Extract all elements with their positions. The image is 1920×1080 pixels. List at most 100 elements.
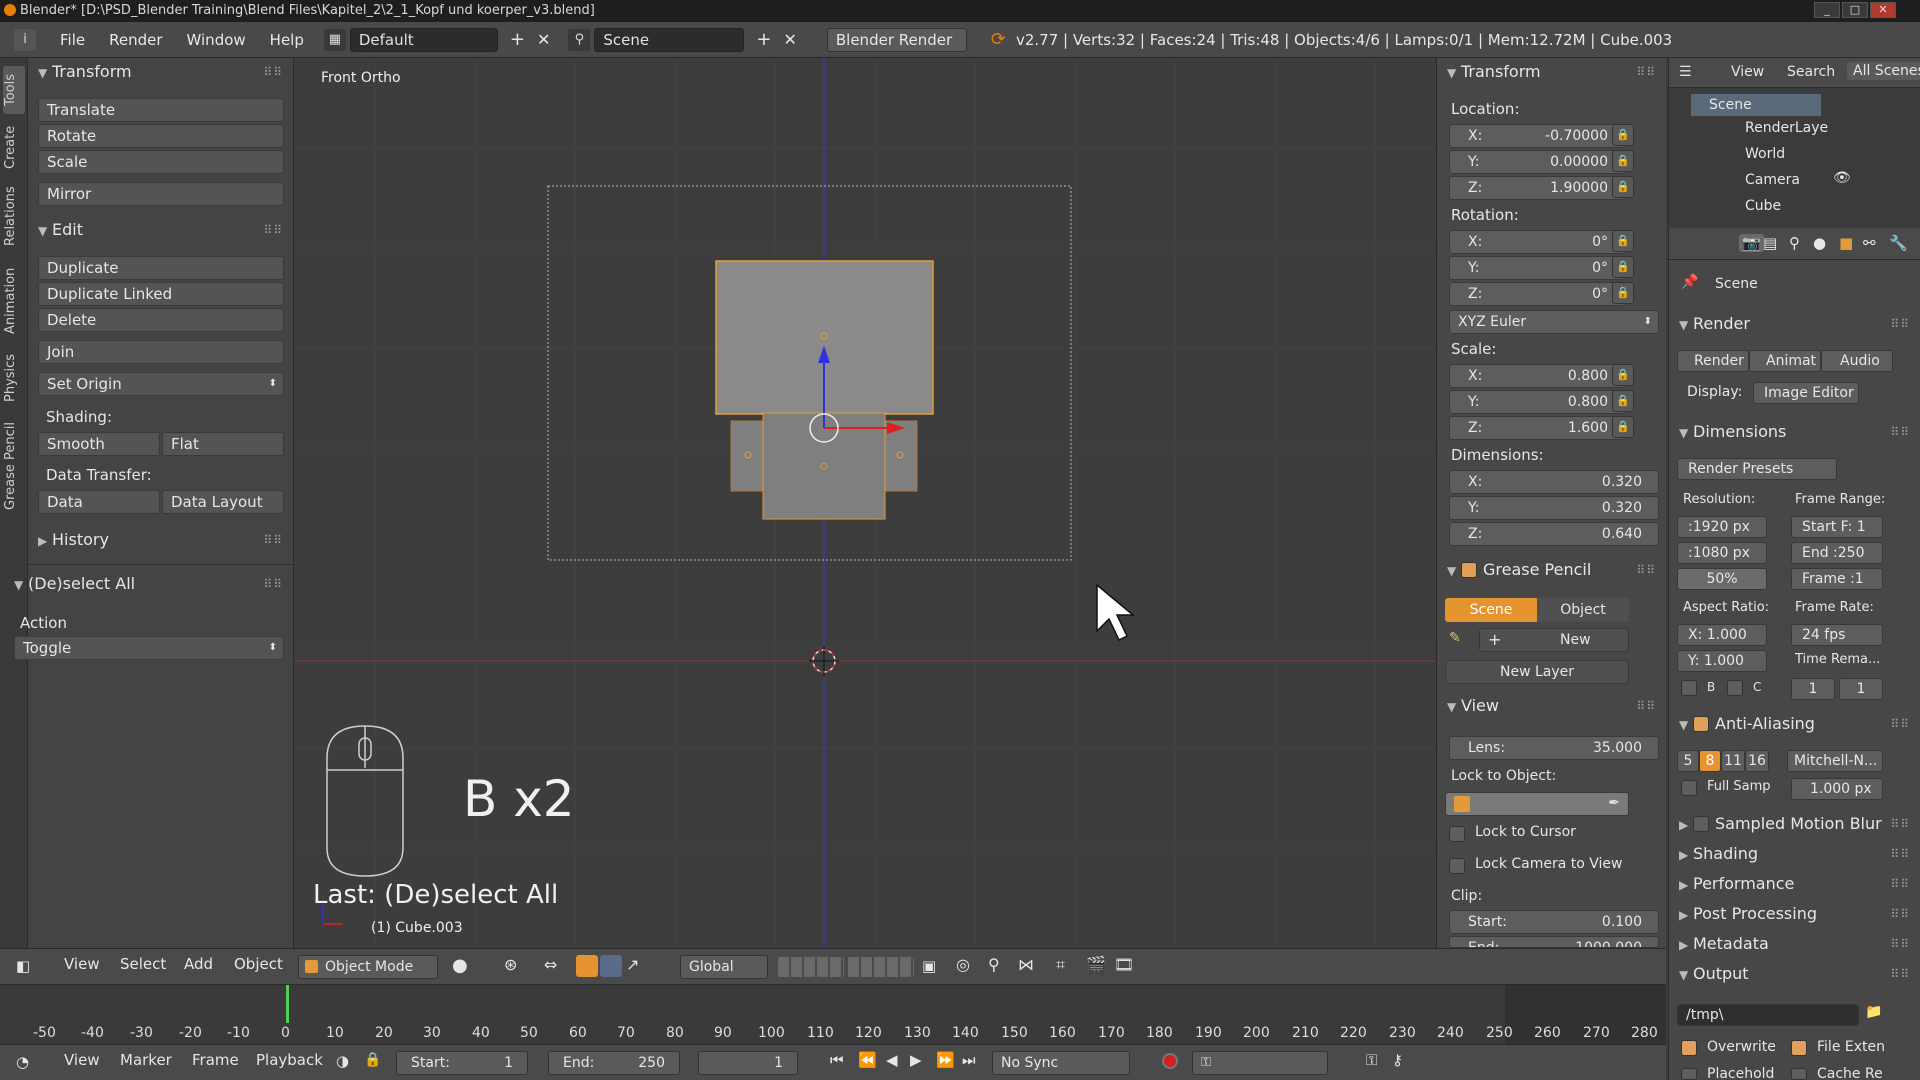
render-engine-select[interactable]: Blender Render bbox=[826, 27, 967, 52]
screen-layout-field[interactable]: Default bbox=[349, 27, 498, 52]
operator-panel-header[interactable]: ▼ (De)select All ⠿⠿ bbox=[14, 570, 282, 598]
data-layout-button[interactable]: Data Layout bbox=[162, 490, 284, 514]
border-checkbox[interactable] bbox=[1681, 680, 1697, 696]
fps-select[interactable]: 24 fps bbox=[1791, 624, 1883, 646]
snap-icon[interactable]: ⚲ bbox=[988, 955, 1000, 974]
gp-object-tab[interactable]: Object bbox=[1537, 598, 1629, 622]
lock-cursor-checkbox[interactable] bbox=[1449, 826, 1465, 842]
dimensions-x-field[interactable]: X: 0.320 bbox=[1449, 470, 1659, 494]
select-menu[interactable]: Select bbox=[120, 955, 166, 973]
shading-panel-header[interactable]: ▶ Shading ⠿⠿ bbox=[1669, 840, 1920, 868]
menu-window[interactable]: Window bbox=[175, 31, 258, 49]
outliner-item-scene[interactable]: Scene bbox=[1691, 94, 1821, 116]
visibility-eye-icon[interactable]: 👁 bbox=[1833, 170, 1851, 186]
proportional-edit-icon[interactable]: ◎ bbox=[956, 955, 970, 974]
file-extensions-checkbox[interactable] bbox=[1791, 1040, 1807, 1056]
data-button[interactable]: Data bbox=[38, 490, 160, 514]
add-scene-icon[interactable]: + bbox=[756, 29, 771, 50]
lock-scale-x-icon[interactable]: 🔒 bbox=[1612, 364, 1634, 386]
outliner-item-camera[interactable]: Camera bbox=[1745, 172, 1800, 188]
join-button[interactable]: Join bbox=[38, 340, 284, 364]
opengl-render-icon[interactable]: ⌗ bbox=[1056, 955, 1065, 975]
constraints-tab-icon[interactable]: ⚯ bbox=[1863, 234, 1876, 252]
view-menu[interactable]: View bbox=[64, 955, 100, 973]
gp-new-layer-button[interactable]: New Layer bbox=[1445, 660, 1629, 684]
outliner-item-cube[interactable]: Cube bbox=[1745, 198, 1781, 214]
menu-file[interactable]: File bbox=[48, 31, 97, 49]
jump-start-icon[interactable]: ⏮ bbox=[830, 1051, 844, 1069]
time-remap-old-field[interactable]: 1 bbox=[1791, 678, 1835, 700]
playhead[interactable] bbox=[286, 985, 289, 1023]
jump-keyframe-back-icon[interactable]: ⏪ bbox=[858, 1051, 877, 1069]
render-tab-icon[interactable]: 📷 bbox=[1739, 234, 1764, 252]
3d-viewport[interactable]: Front Ortho B x2 Last: (De)select All (1… bbox=[295, 58, 1435, 948]
resolution-x-field[interactable]: :1920 px bbox=[1677, 516, 1767, 538]
object-tab-icon[interactable]: ■ bbox=[1839, 234, 1853, 252]
lock-rotation-x-icon[interactable]: 🔒 bbox=[1612, 230, 1634, 252]
scale-x-field[interactable]: X: 0.800 bbox=[1449, 364, 1625, 388]
aspect-y-field[interactable]: Y: 1.000 bbox=[1677, 650, 1767, 672]
frame-start-field[interactable]: Start F: 1 bbox=[1791, 516, 1883, 538]
duplicate-button[interactable]: Duplicate bbox=[38, 256, 284, 280]
scene-field[interactable]: Scene bbox=[594, 27, 745, 52]
menu-help[interactable]: Help bbox=[258, 31, 316, 49]
render-layer-lock-icon[interactable]: ▣ bbox=[922, 957, 936, 975]
menu-render[interactable]: Render bbox=[97, 31, 174, 49]
lens-field[interactable]: Lens: 35.000 bbox=[1449, 736, 1659, 760]
manipulator-toggle-icon[interactable]: ⇔ bbox=[544, 955, 557, 974]
translate-button[interactable]: Translate bbox=[38, 98, 284, 122]
grease-pencil-header[interactable]: ▼ Grease Pencil ⠿⠿ bbox=[1437, 556, 1666, 584]
rotation-z-field[interactable]: Z: 0° bbox=[1449, 282, 1625, 306]
location-z-field[interactable]: Z: 1.90000 bbox=[1449, 176, 1625, 200]
metadata-panel-header[interactable]: ▶ Metadata ⠿⠿ bbox=[1669, 930, 1920, 958]
n-transform-header[interactable]: ▼ Transform ⠿⠿ bbox=[1437, 58, 1666, 86]
snap-element-icon[interactable]: ⋈ bbox=[1018, 955, 1034, 974]
jump-keyframe-forward-icon[interactable]: ⏩ bbox=[936, 1051, 955, 1069]
dimensions-z-field[interactable]: Z: 0.640 bbox=[1449, 522, 1659, 546]
object-menu[interactable]: Object bbox=[234, 955, 283, 973]
lock-rotation-y-icon[interactable]: 🔒 bbox=[1612, 256, 1634, 278]
n-view-header[interactable]: ▼ View ⠿⠿ bbox=[1437, 692, 1666, 720]
delete-button[interactable]: Delete bbox=[38, 308, 284, 332]
lock-scale-z-icon[interactable]: 🔒 bbox=[1612, 416, 1634, 438]
pivot-icon[interactable]: ⊛ bbox=[504, 955, 517, 974]
scale-button[interactable]: Scale bbox=[38, 150, 284, 174]
motion-blur-checkbox[interactable] bbox=[1693, 816, 1709, 832]
record-icon[interactable] bbox=[1162, 1053, 1178, 1069]
performance-panel-header[interactable]: ▶ Performance ⠿⠿ bbox=[1669, 870, 1920, 898]
render-presets-select[interactable]: Render Presets bbox=[1677, 458, 1837, 480]
aa-filter-select[interactable]: Mitchell-N... bbox=[1787, 750, 1883, 772]
frame-end-field[interactable]: End :250 bbox=[1791, 542, 1883, 564]
keying-set-field[interactable]: ⚿ bbox=[1192, 1051, 1328, 1075]
world-tab-icon[interactable]: ● bbox=[1813, 234, 1826, 252]
outliner-item-world[interactable]: World bbox=[1745, 146, 1785, 162]
orientation-select[interactable]: Global bbox=[680, 955, 768, 979]
audio-button[interactable]: Audio bbox=[1821, 350, 1893, 372]
delete-scene-icon[interactable]: ✕ bbox=[783, 30, 796, 49]
insert-keyframe-icon[interactable]: ⚿ bbox=[1366, 1051, 1377, 1069]
flat-button[interactable]: Flat bbox=[162, 432, 284, 456]
lock-rotation-z-icon[interactable]: 🔒 bbox=[1612, 282, 1634, 304]
current-frame-field[interactable]: 1 bbox=[698, 1051, 798, 1075]
aa-samples-5[interactable]: 5 bbox=[1677, 750, 1699, 772]
arm-left-cube[interactable] bbox=[730, 420, 766, 492]
info-editor-icon[interactable]: i bbox=[14, 28, 36, 51]
edit-panel-header[interactable]: ▼ Edit ⠿⠿ bbox=[28, 216, 293, 244]
play-reverse-icon[interactable]: ◀ bbox=[886, 1051, 898, 1069]
add-layout-icon[interactable]: + bbox=[510, 29, 525, 50]
scale-z-field[interactable]: Z: 1.600 bbox=[1449, 416, 1625, 440]
aa-samples-8[interactable]: 8 bbox=[1699, 750, 1721, 772]
outliner-item-renderlayer[interactable]: RenderLaye bbox=[1745, 120, 1828, 136]
outliner-editor-icon[interactable]: ☰ bbox=[1679, 64, 1692, 80]
render-layers-tab-icon[interactable]: ▤ bbox=[1763, 234, 1777, 252]
end-frame-field[interactable]: End: 250 bbox=[548, 1051, 680, 1075]
dimensions-panel-header[interactable]: ▼ Dimensions ⠿⠿ bbox=[1669, 418, 1920, 446]
timeline-lock-icon[interactable]: 🔒 bbox=[364, 1052, 381, 1068]
rotate-button[interactable]: Rotate bbox=[38, 124, 284, 148]
render-panel-header[interactable]: ▼ Render ⠿⠿ bbox=[1669, 310, 1920, 338]
layers-grid-1[interactable] bbox=[778, 957, 844, 977]
mode-select[interactable]: Object Mode bbox=[298, 955, 438, 979]
rotation-x-field[interactable]: X: 0° bbox=[1449, 230, 1625, 254]
clip-start-field[interactable]: Start: 0.100 bbox=[1449, 910, 1659, 934]
tab-animation[interactable]: Animation bbox=[3, 260, 25, 342]
